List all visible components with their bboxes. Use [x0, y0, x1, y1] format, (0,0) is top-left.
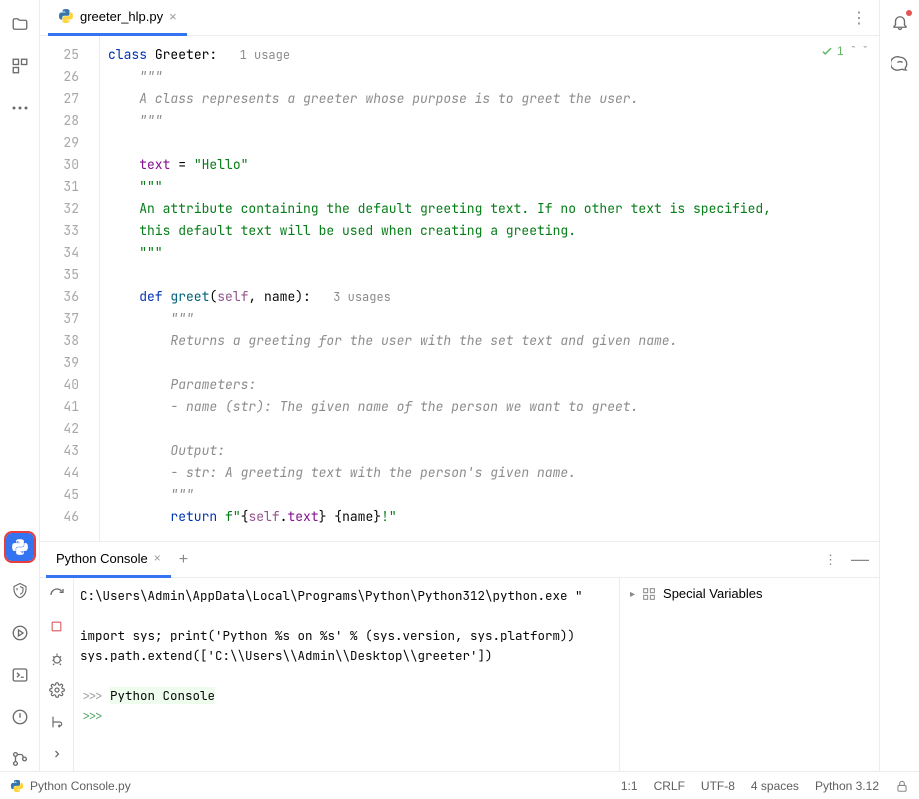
console-toolbar [40, 578, 74, 771]
gutter: 2526272829303132333435363738394041424344… [40, 36, 100, 541]
console-output[interactable]: C:\Users\Admin\AppData\Local\Programs\Py… [74, 578, 619, 771]
editor-tab-bar: greeter_hlp.py × ⋮ [40, 0, 879, 36]
hide-panel-icon[interactable]: — [847, 545, 873, 574]
editor-tab-more-icon[interactable]: ⋮ [847, 4, 871, 32]
code-area[interactable]: class Greeter: 1 usage """ A class repre… [100, 36, 879, 541]
status-cursor[interactable]: 1:1 [621, 779, 638, 793]
inspection-count: 1 [837, 44, 844, 58]
console-tab-bar: Python Console × + ⋮ — [40, 542, 879, 578]
code-editor[interactable]: 2526272829303132333435363738394041424344… [40, 36, 879, 541]
console-tab-label: Python Console [56, 551, 148, 566]
close-tab-icon[interactable]: × [169, 9, 177, 24]
status-interpreter[interactable]: Python 3.12 [815, 779, 879, 793]
right-tool-sidebar [879, 0, 919, 771]
services-tool-icon[interactable] [8, 579, 32, 603]
status-bar: Python Console.py 1:1 CRLF UTF-8 4 space… [0, 771, 919, 799]
console-tab-close-icon[interactable]: × [154, 551, 161, 565]
inspection-prev-icon[interactable]: ˆ [852, 45, 856, 57]
settings-icon[interactable] [48, 681, 66, 699]
readonly-lock-icon[interactable] [895, 779, 909, 793]
status-filename[interactable]: Python Console.py [30, 779, 131, 793]
inspection-next-icon[interactable]: ˇ [863, 45, 867, 57]
status-indent[interactable]: 4 spaces [751, 779, 799, 793]
console-tab[interactable]: Python Console × [46, 542, 171, 578]
special-vars-icon [641, 586, 657, 602]
file-tab[interactable]: greeter_hlp.py × [48, 0, 187, 36]
python-file-icon [10, 779, 24, 793]
notification-badge [906, 10, 912, 16]
more-tool-icon[interactable] [8, 96, 32, 120]
new-console-icon[interactable]: + [179, 551, 188, 569]
chevron-right-icon[interactable]: ▸ [630, 589, 635, 600]
terminal-tool-icon[interactable] [8, 663, 32, 687]
special-vars-label: Special Variables [663, 586, 762, 601]
notifications-icon[interactable] [888, 10, 912, 34]
console-options-icon[interactable]: ⋮ [820, 548, 841, 572]
softwrap-icon[interactable] [48, 713, 66, 731]
left-tool-sidebar [0, 0, 40, 771]
expand-toolbar-icon[interactable] [48, 745, 66, 763]
inspection-widget[interactable]: 1 ˆ ˇ [820, 44, 867, 58]
status-eol[interactable]: CRLF [654, 779, 685, 793]
variables-pane[interactable]: ▸ Special Variables [619, 578, 879, 771]
run-tool-icon[interactable] [8, 621, 32, 645]
file-tab-name: greeter_hlp.py [80, 9, 163, 24]
console-panel: Python Console × + ⋮ — [40, 541, 879, 771]
stop-icon[interactable] [48, 618, 66, 636]
status-encoding[interactable]: UTF-8 [701, 779, 735, 793]
ai-assistant-icon[interactable] [888, 52, 912, 76]
problems-tool-icon[interactable] [8, 705, 32, 729]
python-file-icon [58, 8, 74, 24]
project-tool-icon[interactable] [8, 12, 32, 36]
python-console-tool-icon[interactable] [6, 533, 34, 561]
vcs-tool-icon[interactable] [8, 747, 32, 771]
rerun-icon[interactable] [48, 586, 66, 604]
structure-tool-icon[interactable] [8, 54, 32, 78]
debug-console-icon[interactable] [48, 650, 66, 668]
